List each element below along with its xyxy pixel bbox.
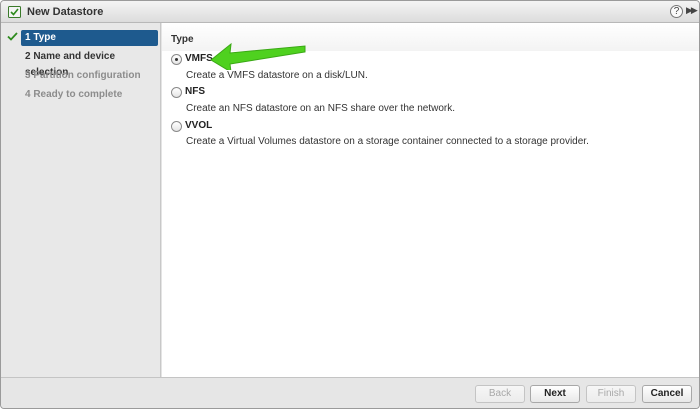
nfs-radio[interactable] [171,87,182,98]
dialog-title: New Datastore [27,6,104,18]
wizard-footer: Back Next Finish Cancel [1,377,699,408]
datastore-icon [8,6,21,18]
section-title: Type [171,34,194,45]
main-content: Type VMFS Create a VMFS datastore on a d… [162,23,699,377]
finish-button[interactable]: Finish [586,385,636,403]
annotation-arrow-icon [210,42,306,70]
step-type[interactable]: 1 Type [21,30,158,46]
vvol-label[interactable]: VVOL [185,120,212,131]
title-bar[interactable]: New Datastore ? ▶▶ [1,1,699,23]
vvol-radio[interactable] [171,121,182,132]
expand-icon[interactable]: ▶▶ [686,5,698,16]
nfs-label[interactable]: NFS [185,86,205,97]
step-ready-to-complete: 4 Ready to complete [25,89,123,100]
next-button[interactable]: Next [530,385,580,403]
step-name-device-selection[interactable]: 2 Name and device selection [21,49,160,78]
vvol-description: Create a Virtual Volumes datastore on a … [186,136,589,147]
vmfs-description: Create a VMFS datastore on a disk/LUN. [186,70,368,81]
cancel-button[interactable]: Cancel [642,385,692,403]
step-partition-configuration: 3 Partition configuration [25,70,141,81]
new-datastore-dialog: New Datastore ? ▶▶ 1 Type 2 Name and dev… [0,0,700,409]
nfs-description: Create an NFS datastore on an NFS share … [186,103,456,114]
vmfs-radio[interactable] [171,54,182,65]
back-button[interactable]: Back [475,385,525,403]
checkmark-icon [7,32,18,41]
wizard-steps-sidebar: 1 Type 2 Name and device selection 3 Par… [1,23,161,377]
help-icon[interactable]: ? [670,5,683,18]
